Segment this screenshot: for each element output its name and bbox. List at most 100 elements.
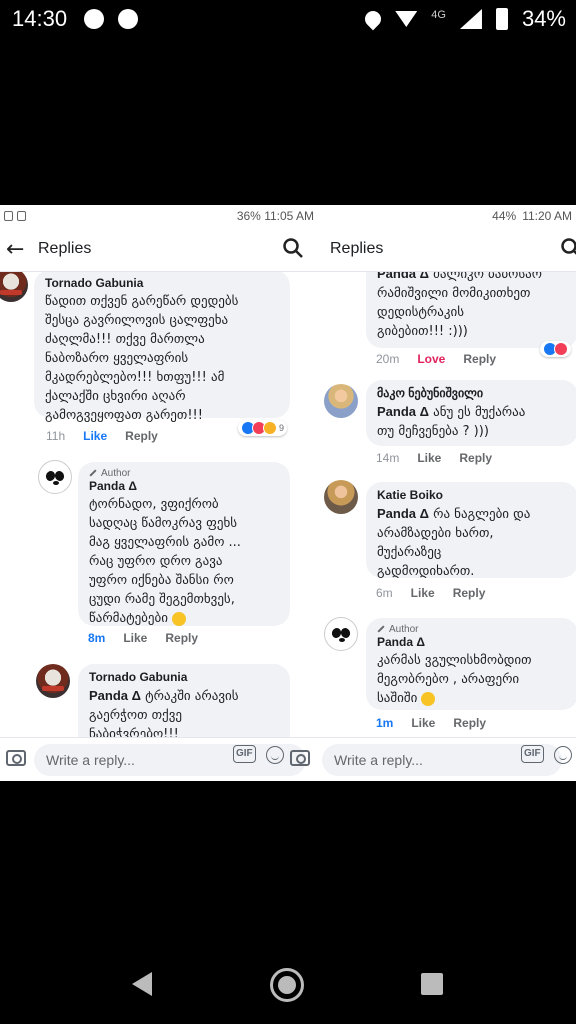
comment-text: Panda Δ ანუ ეს მუქარაა თუ მეჩვენება ? ))… <box>377 404 526 439</box>
like-button[interactable]: Like <box>83 429 107 443</box>
reply-list: Panda Δ ძალიკო ბაბოსაო რამიშვილი მომიკით… <box>318 271 576 737</box>
inner-battery: 36% <box>236 209 261 223</box>
comment-time: 8m <box>88 631 106 645</box>
comment-bubble[interactable]: Tornado Gabunia Panda Δ ტრაკში არავის გა… <box>78 664 290 737</box>
comment-time: 6m <box>376 586 393 600</box>
commenter-name[interactable]: მაკო ნებუნიშვილი <box>377 386 567 400</box>
reply-input[interactable]: Write a reply... <box>34 744 306 776</box>
comment-text: წადით თქვენ გარეწარ დედებს შესცა გავრილო… <box>45 294 239 423</box>
phone-clock: 14:30 <box>12 6 68 31</box>
network-type-label: 4G <box>431 9 446 21</box>
inner-battery: 44% <box>492 209 517 223</box>
search-icon[interactable] <box>560 237 576 259</box>
nav-recents-icon[interactable] <box>421 973 443 995</box>
signal-icon <box>459 9 482 29</box>
avatar[interactable] <box>36 664 70 698</box>
reply-button[interactable]: Reply <box>459 451 492 465</box>
messenger-app-icon <box>118 9 138 29</box>
replies-header: ← Replies <box>0 227 318 271</box>
camera-icon[interactable] <box>290 750 310 766</box>
wifi-icon <box>395 11 418 27</box>
comment-time: 1m <box>376 716 394 730</box>
mention-link[interactable]: Panda Δ <box>89 688 141 703</box>
mention-link[interactable]: Panda Δ <box>377 506 429 521</box>
love-button[interactable]: Love <box>417 352 445 366</box>
replies-header: Replies <box>318 227 576 271</box>
comment-actions: 11h Like Reply <box>46 429 158 443</box>
mention-link[interactable]: Panda Δ <box>377 404 429 419</box>
comment-bubble[interactable]: Katie Boiko Panda Δ რა ნაგლები და არამზა… <box>366 482 576 579</box>
reply-list: Tornado Gabunia წადით თქვენ გარეწარ დედე… <box>0 271 318 737</box>
replies-pane-left: 36% 11:05 AM ← Replies Tornado Gabunia წ… <box>0 205 318 781</box>
replies-pane-right: 44% 11:20 AM Replies Panda Δ ძალიკო ბაბო… <box>318 205 576 781</box>
comment-text: Panda Δ ტრაკში არავის გაერჭოთ თქვე ნაბიჭ… <box>89 688 239 737</box>
nav-home-icon[interactable] <box>270 968 304 1002</box>
reply-composer: Write a reply... GIF <box>318 737 576 781</box>
comment-actions: 8m Like Reply <box>88 631 198 645</box>
haha-reaction-icon <box>263 421 277 435</box>
comment-actions: 6m Like Reply <box>376 586 485 600</box>
emoji-icon[interactable] <box>266 746 284 764</box>
comment-bubble[interactable]: Panda Δ ძალიკო ბაბოსაო რამიშვილი მომიკით… <box>366 272 576 348</box>
camera-icon[interactable] <box>6 750 26 766</box>
like-button[interactable]: Like <box>123 631 147 645</box>
reply-button[interactable]: Reply <box>463 352 496 366</box>
reply-button[interactable]: Reply <box>453 586 486 600</box>
commenter-name[interactable]: Katie Boiko <box>377 488 567 502</box>
pencil-icon <box>89 469 97 477</box>
notification-icon <box>17 211 26 221</box>
comment-bubble[interactable]: Author Panda Δ კარმას ვგულისხმობდით მეგო… <box>366 618 576 710</box>
pencil-icon <box>377 625 385 633</box>
comment-bubble[interactable]: მაკო ნებუნიშვილი Panda Δ ანუ ეს მუქარაა … <box>366 380 576 446</box>
reaction-summary[interactable]: 9 <box>238 420 288 436</box>
comment-text: Panda Δ ძალიკო ბაბოსაო რამიშვილი მომიკით… <box>377 272 567 341</box>
inner-time: 11:05 AM <box>264 209 314 223</box>
nav-back-icon[interactable] <box>132 972 152 996</box>
like-button[interactable]: Like <box>411 716 435 730</box>
avatar[interactable] <box>324 617 358 651</box>
commenter-name[interactable]: Tornado Gabunia <box>89 670 279 684</box>
like-button[interactable]: Like <box>417 451 441 465</box>
shared-screenshot: 36% 11:05 AM ← Replies Tornado Gabunia წ… <box>0 205 576 781</box>
back-arrow-icon[interactable]: ← <box>6 237 32 262</box>
emoji-icon[interactable] <box>554 746 572 764</box>
reply-button[interactable]: Reply <box>453 716 486 730</box>
smile-emoji-icon <box>172 611 187 626</box>
reply-button[interactable]: Reply <box>125 429 158 443</box>
header-title: Replies <box>330 240 384 257</box>
inner-time: 11:20 AM <box>522 209 572 223</box>
notification-icon <box>4 211 13 221</box>
gif-button[interactable]: GIF <box>521 745 544 763</box>
comment-actions: 20m Love Reply <box>376 352 496 366</box>
avatar[interactable] <box>0 272 28 302</box>
commenter-name[interactable]: Panda Δ <box>89 479 279 493</box>
battery-icon <box>495 8 508 30</box>
comment-time: 11h <box>46 429 66 443</box>
search-icon[interactable] <box>282 237 304 259</box>
commenter-name[interactable]: Panda Δ <box>377 635 567 649</box>
commenter-name[interactable]: Tornado Gabunia <box>45 276 279 290</box>
reply-button[interactable]: Reply <box>165 631 198 645</box>
comment-time: 20m <box>376 352 400 366</box>
inner-status-bar: 36% 11:05 AM <box>0 205 318 227</box>
phone-status-bar: 14:30 4G 34% <box>0 0 576 40</box>
comment-time: 14m <box>376 451 400 465</box>
avatar[interactable] <box>324 480 358 514</box>
comment-text: კარმას ვგულისხმობდით მეგობრებო , არაფერი… <box>377 653 532 706</box>
comment-text: ტორნადო, ვფიქრობ სადღაც წამოკრავ ფეხს მა… <box>89 497 241 626</box>
comment-bubble[interactable]: Author Panda Δ ტორნადო, ვფიქრობ სადღაც წ… <box>78 462 290 626</box>
smile-emoji-icon <box>421 691 436 706</box>
comment-bubble[interactable]: Tornado Gabunia წადით თქვენ გარეწარ დედე… <box>34 272 290 423</box>
header-title: Replies <box>38 240 92 257</box>
gif-button[interactable]: GIF <box>233 745 256 763</box>
location-icon <box>361 7 385 31</box>
like-button[interactable]: Like <box>411 586 435 600</box>
comment-actions: 14m Like Reply <box>376 451 492 465</box>
messenger-notification-icon <box>84 9 104 29</box>
reaction-count: 9 <box>279 423 285 433</box>
avatar[interactable] <box>38 460 72 494</box>
mention-link[interactable]: Panda Δ <box>377 272 429 281</box>
avatar[interactable] <box>324 384 358 418</box>
reaction-summary[interactable] <box>540 341 571 357</box>
inner-status-bar: 44% 11:20 AM <box>318 205 576 227</box>
